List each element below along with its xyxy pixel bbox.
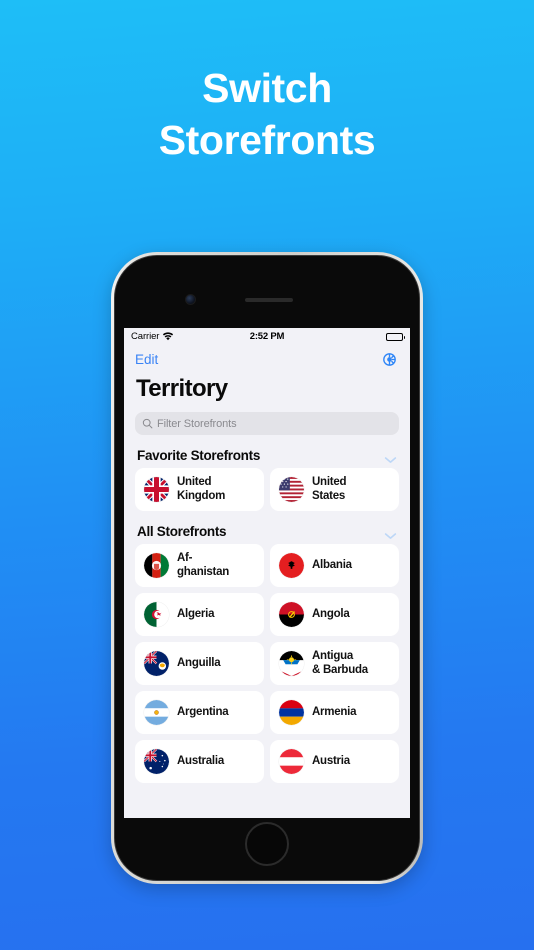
battery-icon — [386, 332, 405, 341]
phone-front-face: Carrier 2:52 PM Edit Territory Filter St… — [114, 255, 420, 881]
home-button[interactable] — [245, 822, 289, 866]
clock-label: 2:52 PM — [249, 331, 285, 342]
storefront-card[interactable]: Algeria — [135, 593, 264, 636]
storefront-card[interactable]: Antigua & Barbuda — [270, 642, 399, 685]
phone-screen: Carrier 2:52 PM Edit Territory Filter St… — [124, 328, 410, 818]
storefront-name: United Kingdom — [177, 475, 226, 502]
search-placeholder: Filter Storefronts — [157, 417, 237, 430]
flag-ai-icon — [144, 651, 169, 676]
storefront-card[interactable]: Australia — [135, 740, 264, 783]
storefront-name: Albania — [312, 558, 352, 571]
storefront-name: Argentina — [177, 705, 229, 718]
status-bar-right — [386, 332, 405, 341]
storefront-name: Algeria — [177, 607, 215, 620]
search-container: Filter Storefronts — [124, 403, 410, 435]
flag-at-icon — [279, 749, 304, 774]
storefront-name: United States — [312, 475, 347, 502]
edit-button[interactable]: Edit — [135, 352, 158, 367]
storefront-name: Armenia — [312, 705, 357, 718]
chevron-down-icon[interactable] — [384, 527, 397, 539]
section-title: All Storefronts — [137, 524, 227, 539]
flag-ag-icon — [279, 651, 304, 676]
front-camera-icon — [185, 294, 196, 305]
flag-am-icon — [279, 700, 304, 725]
storefront-card[interactable]: Argentina — [135, 691, 264, 734]
flag-gb-icon — [144, 477, 169, 502]
flag-us-icon — [279, 477, 304, 502]
marketing-headline: Switch Storefronts — [0, 62, 534, 167]
phone-device-frame: Carrier 2:52 PM Edit Territory Filter St… — [111, 252, 423, 884]
storefront-card[interactable]: Austria — [270, 740, 399, 783]
gear-icon[interactable] — [380, 350, 399, 369]
storefront-grid: United Kingdom United States — [124, 468, 410, 511]
navigation-bar: Edit — [124, 345, 410, 374]
section-header[interactable]: Favorite Storefronts — [124, 435, 410, 468]
earpiece-speaker — [245, 298, 293, 302]
search-input[interactable]: Filter Storefronts — [135, 412, 399, 435]
section-title: Favorite Storefronts — [137, 448, 261, 463]
storefront-name: Af- ghanistan — [177, 551, 230, 578]
storefront-name: Angola — [312, 607, 350, 620]
status-bar: Carrier 2:52 PM — [124, 328, 410, 345]
search-icon — [142, 418, 153, 429]
flag-ao-icon — [279, 602, 304, 627]
storefront-card[interactable]: United States — [270, 468, 399, 511]
storefront-grid: Af- ghanistan Albania Algeria Angola Ang… — [124, 544, 410, 783]
flag-dz-icon — [144, 602, 169, 627]
storefront-name: Austria — [312, 754, 350, 767]
storefront-name: Australia — [177, 754, 224, 767]
page-title: Territory — [136, 375, 228, 402]
storefront-card[interactable]: Angola — [270, 593, 399, 636]
chevron-down-icon[interactable] — [384, 451, 397, 463]
flag-af-icon — [144, 553, 169, 578]
storefront-card[interactable]: United Kingdom — [135, 468, 264, 511]
flag-au-icon — [144, 749, 169, 774]
storefront-card[interactable]: Anguilla — [135, 642, 264, 685]
headline-line-1: Switch — [202, 65, 332, 111]
storefront-sections: Favorite Storefronts United Kingdom Unit… — [124, 435, 410, 783]
flag-ar-icon — [144, 700, 169, 725]
section-header[interactable]: All Storefronts — [124, 511, 410, 544]
storefront-name: Antigua & Barbuda — [312, 649, 368, 676]
storefront-name: Anguilla — [177, 656, 221, 669]
flag-al-icon — [279, 553, 304, 578]
storefront-card[interactable]: Albania — [270, 544, 399, 587]
storefront-card[interactable]: Af- ghanistan — [135, 544, 264, 587]
headline-line-2: Storefronts — [158, 117, 376, 164]
storefront-card[interactable]: Armenia — [270, 691, 399, 734]
